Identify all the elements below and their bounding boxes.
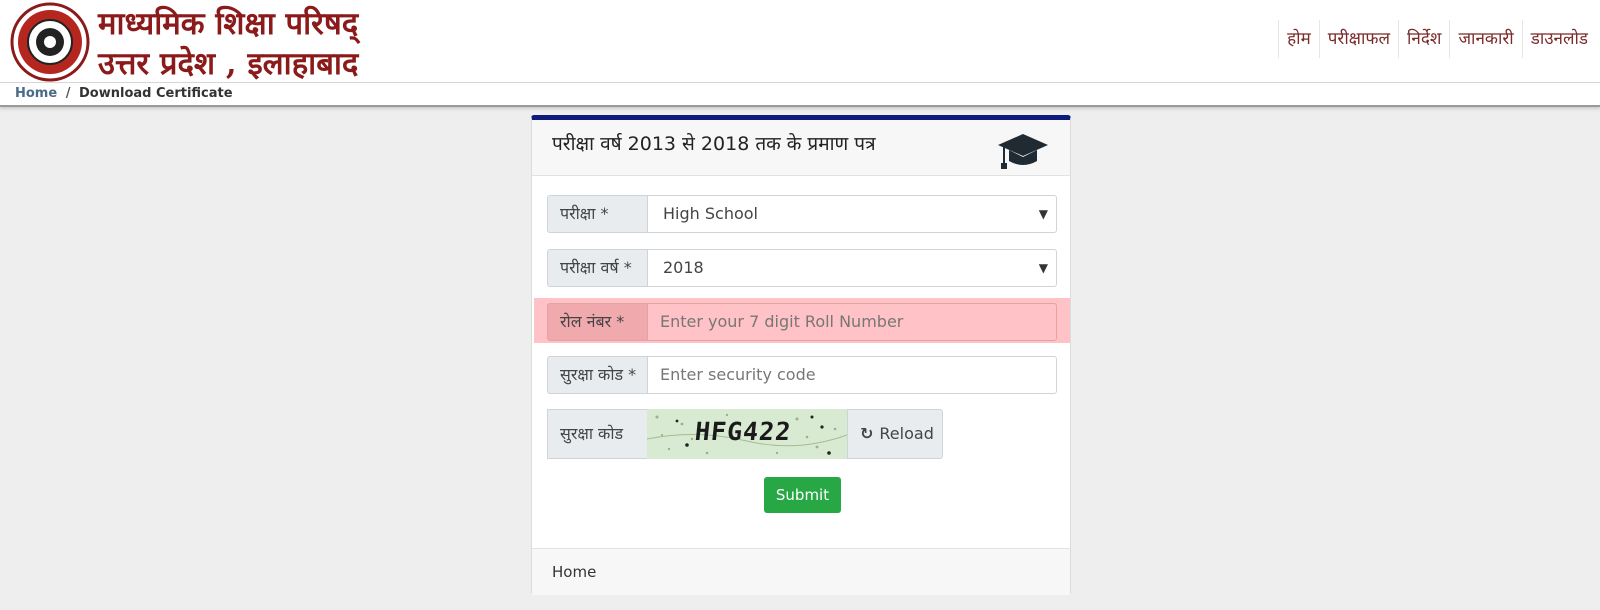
captcha-text: HFG422: [693, 417, 793, 446]
breadcrumb: Home / Download Certificate: [0, 83, 1600, 107]
exam-select[interactable]: High School ▼: [647, 195, 1057, 233]
security-code-input[interactable]: Enter security code: [647, 356, 1057, 394]
exam-row: परीक्षा * High School ▼: [547, 195, 1057, 233]
year-select-value: 2018: [663, 258, 704, 277]
certificate-card: परीक्षा वर्ष 2013 से 2018 तक के प्रमाण प…: [531, 115, 1071, 595]
refresh-icon: ↻: [860, 424, 874, 443]
board-logo[interactable]: [10, 2, 90, 82]
graduation-cap-icon: [998, 134, 1048, 169]
roll-number-input[interactable]: Enter your 7 digit Roll Number: [647, 303, 1057, 341]
roll-number-label: रोल नंबर *: [547, 303, 647, 341]
captcha-label: सुरक्षा कोड: [547, 409, 647, 459]
security-code-row: सुरक्षा कोड * Enter security code: [547, 356, 1057, 394]
board-name-line2: उत्तर प्रदेश , इलाहाबाद: [98, 46, 359, 82]
reload-label: Reload: [879, 424, 934, 443]
submit-button[interactable]: Submit: [764, 477, 841, 513]
card-title: परीक्षा वर्ष 2013 से 2018 तक के प्रमाण प…: [552, 133, 876, 155]
nav-instructions[interactable]: निर्देश: [1398, 20, 1449, 58]
board-name-line1: माध्यमिक शिक्षा परिषद्: [98, 6, 359, 42]
captcha-row: सुरक्षा कोड HFG422 ↻ Reload: [547, 409, 943, 459]
exam-label: परीक्षा *: [547, 195, 647, 233]
year-label: परीक्षा वर्ष *: [547, 249, 647, 287]
breadcrumb-current: Download Certificate: [79, 86, 233, 101]
nav-download[interactable]: डाउनलोड: [1521, 20, 1596, 58]
security-code-label: सुरक्षा कोड *: [547, 356, 647, 394]
caret-down-icon: ▼: [1038, 207, 1048, 221]
captcha-image: HFG422: [647, 409, 847, 459]
footer-home-link[interactable]: Home: [552, 563, 596, 581]
breadcrumb-separator: /: [65, 86, 71, 101]
caret-down-icon: ▼: [1038, 261, 1048, 275]
nav-results[interactable]: परीक्षाफल: [1318, 20, 1398, 58]
board-name: माध्यमिक शिक्षा परिषद् उत्तर प्रदेश , इल…: [98, 4, 358, 84]
top-nav: होम परीक्षाफल निर्देश जानकारी डाउनलोड: [1278, 20, 1596, 58]
card-footer: Home: [532, 548, 1070, 595]
exam-select-value: High School: [663, 204, 758, 223]
nav-information[interactable]: जानकारी: [1449, 20, 1521, 58]
year-row: परीक्षा वर्ष * 2018 ▼: [547, 249, 1057, 287]
roll-number-row: रोल नंबर * Enter your 7 digit Roll Numbe…: [547, 303, 1057, 341]
nav-home[interactable]: होम: [1278, 20, 1319, 58]
reload-captcha-button[interactable]: ↻ Reload: [847, 409, 943, 459]
site-header: माध्यमिक शिक्षा परिषद् उत्तर प्रदेश , इल…: [0, 0, 1600, 83]
breadcrumb-home-link[interactable]: Home: [15, 86, 57, 101]
year-select[interactable]: 2018 ▼: [647, 249, 1057, 287]
card-header: परीक्षा वर्ष 2013 से 2018 तक के प्रमाण प…: [532, 120, 1070, 176]
